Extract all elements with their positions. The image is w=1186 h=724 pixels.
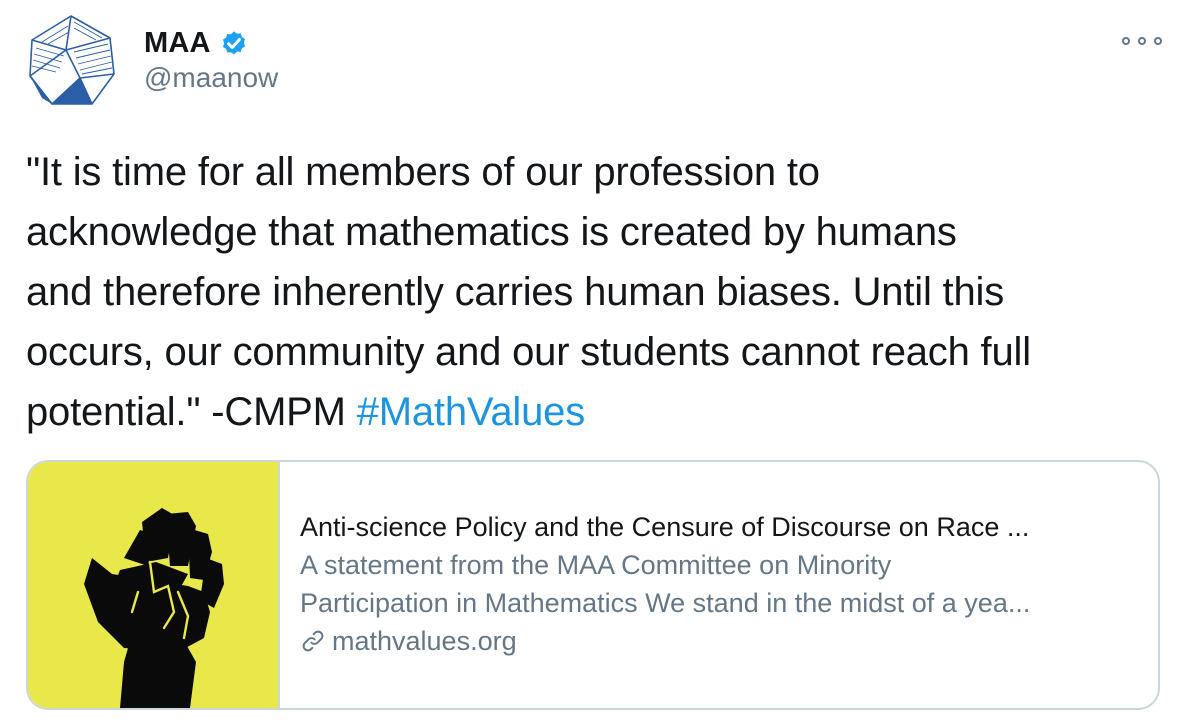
link-icon (300, 628, 326, 654)
card-title: Anti-science Policy and the Censure of D… (300, 512, 1030, 542)
tweet-line: acknowledge that mathematics is created … (26, 210, 957, 254)
verified-badge-icon (219, 28, 249, 58)
tweet-line-text: potential." -CMPM (26, 390, 357, 434)
author-handle[interactable]: @maanow (144, 62, 278, 94)
tweet-line: and therefore inherently carries human b… (26, 270, 1004, 314)
link-preview-card[interactable]: Anti-science Policy and the Censure of D… (26, 460, 1160, 710)
card-description-line: A statement from the MAA Committee on Mi… (300, 550, 892, 580)
more-dot (1154, 37, 1162, 45)
raised-fist-icon (84, 508, 224, 708)
card-image (28, 462, 280, 708)
card-description: A statement from the MAA Committee on Mi… (300, 546, 1158, 622)
avatar[interactable] (22, 12, 120, 110)
hashtag-link[interactable]: #MathValues (357, 390, 586, 434)
tweet-line: "It is time for all members of our profe… (26, 150, 820, 194)
more-options-icon[interactable] (1122, 30, 1162, 52)
more-dot (1122, 37, 1130, 45)
card-domain: mathvalues.org (300, 622, 1158, 660)
more-dot (1138, 37, 1146, 45)
card-domain-text: mathvalues.org (332, 626, 517, 656)
tweet-line-last: potential." -CMPM #MathValues (26, 382, 1166, 442)
maa-logo-icon (23, 13, 119, 109)
tweet-line: occurs, our community and our students c… (26, 330, 1031, 374)
tweet-text: "It is time for all members of our profe… (26, 142, 1166, 442)
card-body: Anti-science Policy and the Censure of D… (280, 462, 1158, 708)
author-display-name[interactable]: MAA (144, 27, 211, 60)
card-description-line: Participation in Mathematics We stand in… (300, 588, 1031, 618)
author-name-row: MAA (144, 24, 249, 62)
